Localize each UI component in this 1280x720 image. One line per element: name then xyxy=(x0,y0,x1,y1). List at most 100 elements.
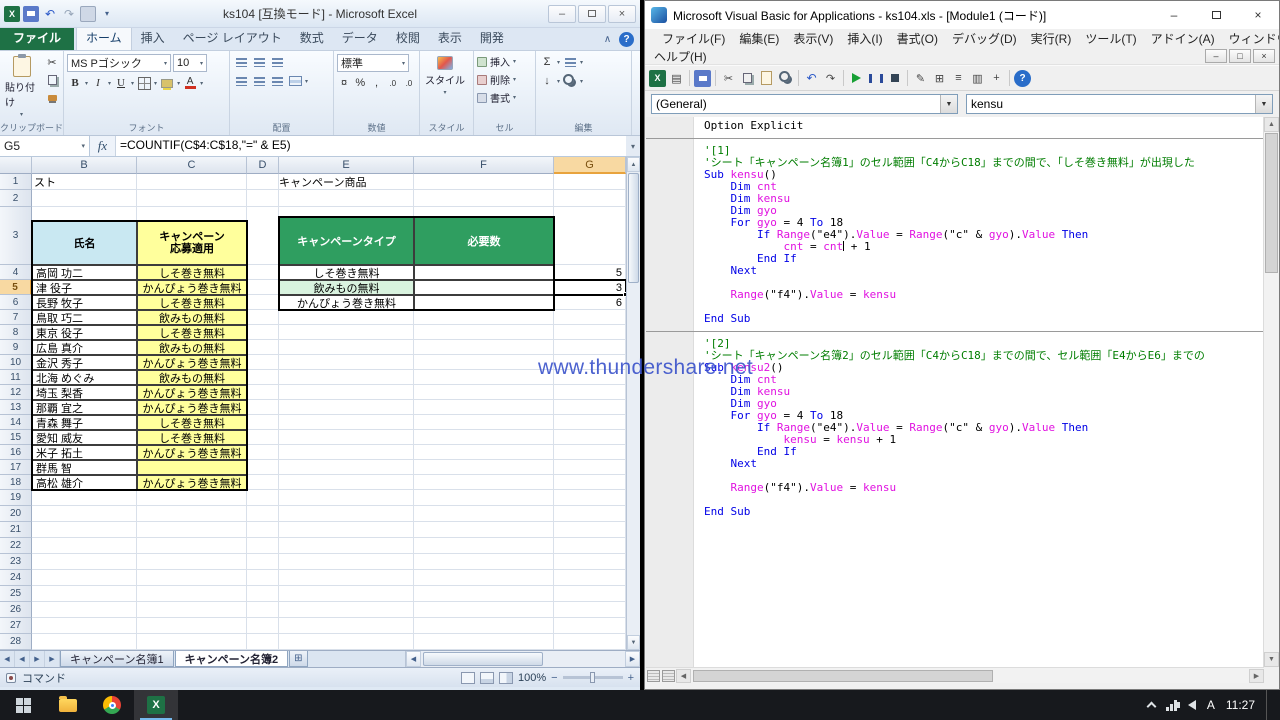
menu-ウィンドウ(W)[interactable]: ウィンドウ(W) xyxy=(1222,29,1280,48)
grid-cell[interactable] xyxy=(247,174,279,190)
horizontal-scroll-track[interactable] xyxy=(691,669,1249,683)
sort-filter-button[interactable] xyxy=(562,54,578,70)
view-excel-icon[interactable]: X xyxy=(649,70,666,87)
grid-cell[interactable] xyxy=(137,522,247,538)
grid-cell[interactable] xyxy=(137,554,247,570)
grid-cell[interactable] xyxy=(414,475,554,490)
currency-button[interactable]: ¤ xyxy=(337,75,351,91)
page-break-view-button[interactable] xyxy=(499,672,513,684)
grid-cell[interactable] xyxy=(414,400,554,415)
summary-count-cell[interactable] xyxy=(414,265,554,280)
grid-cell[interactable] xyxy=(554,554,626,570)
row-header-18[interactable]: 18 xyxy=(0,475,32,490)
grid-cell[interactable] xyxy=(247,445,279,460)
start-button[interactable] xyxy=(0,690,46,720)
grid-cell[interactable] xyxy=(247,280,279,295)
underline-button[interactable]: U xyxy=(113,75,129,91)
child-close-button[interactable]: × xyxy=(1253,49,1275,63)
grid-cell[interactable] xyxy=(554,538,626,554)
vertical-scrollbar-thumb[interactable] xyxy=(1265,133,1278,273)
bold-button[interactable]: B xyxy=(67,75,83,91)
grid-cell[interactable] xyxy=(554,570,626,586)
grid-cell[interactable] xyxy=(414,538,554,554)
grid-cell[interactable] xyxy=(279,355,414,370)
row-header-16[interactable]: 16 xyxy=(0,445,32,460)
align-left-button[interactable] xyxy=(233,73,249,89)
scroll-left-icon[interactable]: ◀ xyxy=(676,669,691,683)
grid-cell[interactable] xyxy=(554,310,626,325)
align-middle-button[interactable] xyxy=(251,54,267,70)
grid-cell[interactable] xyxy=(247,355,279,370)
sheet-tab-キャンペーン名簿1[interactable]: キャンペーン名簿1 xyxy=(60,651,174,667)
fill-color-button[interactable] xyxy=(159,75,175,91)
grid-cell[interactable] xyxy=(414,340,554,355)
scroll-up-icon[interactable]: ▲ xyxy=(627,157,640,172)
summary-count-header[interactable]: 必要数 xyxy=(414,217,554,265)
grid-cell[interactable] xyxy=(247,370,279,385)
grid-cell[interactable] xyxy=(414,460,554,475)
ribbon-tab-開発[interactable]: 開発 xyxy=(471,26,513,50)
grid-cell[interactable] xyxy=(137,506,247,522)
roster-campaign-cell[interactable]: しそ巻き無料 xyxy=(137,430,247,445)
grid-cell[interactable] xyxy=(554,522,626,538)
code-line[interactable]: Next xyxy=(646,458,1264,470)
grid-cell[interactable] xyxy=(279,385,414,400)
sheet-nav-first[interactable]: ◀ xyxy=(0,651,15,667)
ribbon-tab-数式[interactable]: 数式 xyxy=(291,26,333,50)
grid-cell[interactable] xyxy=(137,538,247,554)
grid-cell[interactable] xyxy=(279,310,414,325)
design-mode-icon[interactable]: ✎ xyxy=(912,70,929,87)
grid-cell[interactable] xyxy=(32,618,137,634)
grid-cell[interactable] xyxy=(414,385,554,400)
print-icon[interactable] xyxy=(80,6,96,22)
ribbon-tab-ホーム[interactable]: ホーム xyxy=(76,25,132,50)
grid-cell[interactable] xyxy=(414,522,554,538)
hscroll-right-icon[interactable]: ▶ xyxy=(625,651,640,667)
grid-cell[interactable] xyxy=(279,538,414,554)
grid-cell[interactable] xyxy=(247,207,279,265)
grid-cell[interactable] xyxy=(279,618,414,634)
cells-button-挿入[interactable]: 挿入▾ xyxy=(477,54,532,69)
ribbon-tab-ページ レイアウト[interactable]: ページ レイアウト xyxy=(174,26,291,50)
hscroll-track[interactable] xyxy=(421,651,625,667)
grid-cell[interactable] xyxy=(247,325,279,340)
code-line[interactable]: End Sub xyxy=(646,506,1264,518)
grid-cell[interactable] xyxy=(279,522,414,538)
count-result-cell[interactable]: 5 xyxy=(554,265,626,280)
row-header-2[interactable]: 2 xyxy=(0,190,32,207)
grid-cell[interactable] xyxy=(414,174,554,190)
grid-cell[interactable] xyxy=(247,538,279,554)
grid-cell[interactable] xyxy=(554,586,626,602)
font-color-button[interactable]: A xyxy=(182,75,198,91)
grid-cell[interactable] xyxy=(554,506,626,522)
roster-name-cell[interactable]: 鳥取 巧二 xyxy=(32,310,137,325)
menu-ヘルプ(H)[interactable]: ヘルプ(H) xyxy=(647,47,714,66)
grid-cell[interactable] xyxy=(554,355,626,370)
vba-close-button[interactable]: × xyxy=(1237,1,1279,29)
grid-cell[interactable] xyxy=(414,506,554,522)
code-line[interactable]: Range("f4").Value = kensu xyxy=(646,289,1264,301)
percent-button[interactable]: % xyxy=(353,75,367,91)
find-icon[interactable] xyxy=(777,70,794,87)
row-header-5[interactable]: 5 xyxy=(0,280,32,295)
grid-cell[interactable] xyxy=(137,190,247,207)
vba-minimize-button[interactable]: – xyxy=(1153,1,1195,29)
grid-cell[interactable] xyxy=(554,174,626,190)
zoom-in-button[interactable]: + xyxy=(628,672,634,684)
roster-campaign-cell[interactable]: 飲みもの無料 xyxy=(137,310,247,325)
close-button[interactable]: × xyxy=(608,5,636,23)
row-header-17[interactable]: 17 xyxy=(0,460,32,475)
roster-name-header[interactable]: 氏名 xyxy=(32,221,137,265)
cells-button-書式[interactable]: 書式▾ xyxy=(477,90,532,105)
row-header-21[interactable]: 21 xyxy=(0,522,32,538)
save-icon[interactable] xyxy=(23,6,39,22)
project-explorer-icon[interactable]: ⊞ xyxy=(931,70,948,87)
row-header-11[interactable]: 11 xyxy=(0,370,32,385)
row-header-19[interactable]: 19 xyxy=(0,490,32,506)
grid-cell[interactable] xyxy=(554,207,626,265)
grid-cell[interactable] xyxy=(279,490,414,506)
grid-cell[interactable] xyxy=(279,586,414,602)
grid-cell[interactable] xyxy=(554,475,626,490)
grid-cell[interactable] xyxy=(279,340,414,355)
grid-cell[interactable] xyxy=(32,190,137,207)
